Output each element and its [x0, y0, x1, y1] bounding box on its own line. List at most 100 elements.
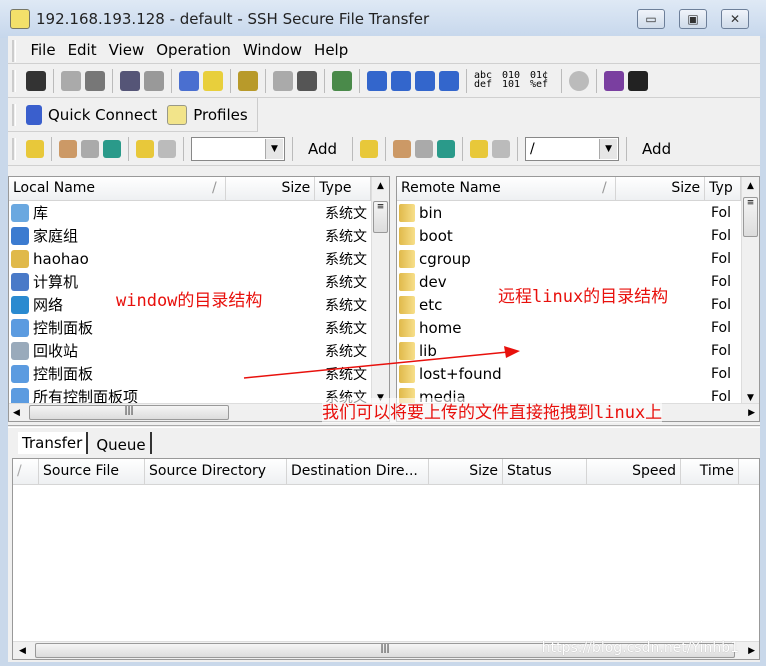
local-refresh-icon[interactable] [103, 139, 121, 158]
toolbar-separator [561, 68, 562, 93]
large-icons-icon[interactable] [367, 70, 387, 91]
transfer-header-4[interactable]: Status [503, 459, 587, 484]
app-icon [10, 9, 30, 29]
item-type: Fol [711, 204, 732, 221]
maximize-button[interactable]: ▣ [679, 9, 707, 29]
transfer-horizontal-scrollbar[interactable]: ◀ ||| ▶ https://blog.csdn.net/Yinhb1 [13, 640, 759, 659]
local-name-header[interactable]: Local Name / [9, 177, 226, 200]
remote-refresh-icon[interactable] [437, 139, 456, 158]
close-button[interactable]: ✕ [721, 9, 749, 29]
auto-mode-icon[interactable]: 01¢ %ef [530, 70, 554, 91]
remote-add-button[interactable]: Add [634, 140, 679, 158]
local-size-header[interactable]: Size [226, 177, 316, 200]
item-type: 系统文 [325, 251, 367, 268]
system-item-icon [11, 387, 29, 403]
local-type-header[interactable]: Type [315, 177, 371, 200]
remote-size-header[interactable]: Size [616, 177, 706, 200]
binary-icon[interactable]: 010 101 [502, 70, 526, 91]
download-icon[interactable] [273, 70, 293, 91]
local-file-row[interactable]: 库 系统文 [9, 201, 371, 224]
transfer-header-5[interactable]: Speed [587, 459, 681, 484]
folder-icon [399, 272, 415, 291]
copy-icon[interactable] [120, 70, 140, 91]
local-new-folder-icon[interactable] [136, 139, 154, 158]
local-add-button[interactable]: Add [300, 140, 345, 158]
remote-folder-icon[interactable] [415, 139, 434, 158]
item-name: 网络 [33, 296, 64, 314]
minimize-button[interactable]: ▭ [637, 9, 665, 29]
save-icon[interactable] [26, 70, 46, 91]
ascii-icon[interactable]: abc def [474, 70, 498, 91]
new-file-transfer-icon[interactable] [203, 70, 223, 91]
remote-file-row[interactable]: bin Fol [397, 201, 741, 224]
connect-icon[interactable] [61, 70, 81, 91]
local-folder-icon[interactable] [81, 139, 99, 158]
local-file-row[interactable]: haohao 系统文 [9, 247, 371, 270]
chevron-down-icon[interactable]: ▼ [265, 138, 283, 159]
paste-icon[interactable] [144, 70, 164, 91]
settings-icon[interactable] [238, 70, 258, 91]
toolbar-separator [324, 68, 325, 93]
remote-parent-folder-icon[interactable] [360, 139, 379, 158]
menu-operation[interactable]: Operation [156, 41, 231, 59]
transfer-header-0[interactable]: Source File [39, 459, 145, 484]
folder-icon [399, 203, 415, 222]
local-name-cell: 库 [9, 202, 325, 223]
toolbar-separator [128, 136, 129, 161]
local-name-cell: 家庭组 [9, 225, 325, 246]
local-file-row[interactable]: 家庭组 系统文 [9, 224, 371, 247]
remote-delete-icon[interactable] [492, 139, 511, 158]
chevron-down-icon[interactable]: ▼ [599, 138, 618, 159]
remote-home-icon[interactable] [393, 139, 412, 158]
menu-edit[interactable]: Edit [68, 41, 97, 59]
stop-icon[interactable] [569, 70, 589, 91]
menu-window[interactable]: Window [243, 41, 302, 59]
local-parent-folder-icon[interactable] [26, 139, 44, 158]
whats-this-icon[interactable] [628, 70, 648, 91]
local-file-row[interactable]: 所有控制面板项 系统文 [9, 385, 371, 403]
transfer-header-6[interactable]: Time [681, 459, 739, 484]
menu-help[interactable]: Help [314, 41, 348, 59]
local-delete-icon[interactable] [158, 139, 176, 158]
remote-new-folder-icon[interactable] [470, 139, 489, 158]
new-terminal-icon[interactable] [179, 70, 199, 91]
tab-transfer[interactable]: Transfer [18, 432, 89, 454]
menu-file[interactable]: File [30, 41, 55, 59]
item-name: 控制面板 [33, 365, 94, 383]
item-type: Fol [711, 365, 732, 382]
quick-connect-button[interactable]: Quick Connect [46, 106, 163, 124]
details-icon[interactable] [439, 70, 459, 91]
toolbar-separator [626, 136, 628, 161]
drag-annotation: 我们可以将要上传的文件直接拖拽到linux上 [322, 398, 663, 423]
transfer-list-body [13, 485, 759, 641]
transfer-header-1[interactable]: Source Directory [145, 459, 287, 484]
small-icons-icon[interactable] [391, 70, 411, 91]
local-home-icon[interactable] [59, 139, 77, 158]
transfer-header-2[interactable]: Destination Dire... [287, 459, 429, 484]
list-icon[interactable] [415, 70, 435, 91]
path-value: / [530, 140, 535, 157]
system-item-icon [11, 272, 29, 291]
remote-name-header[interactable]: Remote Name / [397, 177, 616, 200]
remote-type-header[interactable]: Typ [705, 177, 741, 200]
upload-icon[interactable] [297, 70, 317, 91]
menu-bar: File Edit View Operation Window Help [8, 36, 760, 64]
remote-path-combo[interactable]: / ▼ [525, 136, 620, 161]
splitter[interactable] [8, 425, 760, 428]
remote-file-row[interactable]: cgroup Fol [397, 247, 741, 270]
item-type: Fol [711, 319, 732, 336]
remote-file-row[interactable]: boot Fol [397, 224, 741, 247]
profiles-button[interactable]: Profiles [191, 106, 249, 124]
transfer-header-3[interactable]: Size [429, 459, 503, 484]
menu-view[interactable]: View [109, 41, 145, 59]
remote-vertical-scrollbar[interactable]: ▲ ≡ ▼ [741, 177, 759, 403]
window-icon[interactable] [332, 70, 352, 91]
local-name-cell: haohao [9, 249, 325, 268]
tab-queue[interactable]: Queue [92, 432, 152, 454]
item-type: Fol [711, 296, 732, 313]
window-title: 192.168.193.128 - default - SSH Secure F… [36, 10, 430, 28]
local-path-combo[interactable]: ▼ [191, 136, 285, 161]
help-icon[interactable] [604, 70, 624, 91]
folder-icon [399, 318, 415, 337]
disconnect-icon[interactable] [85, 70, 105, 91]
